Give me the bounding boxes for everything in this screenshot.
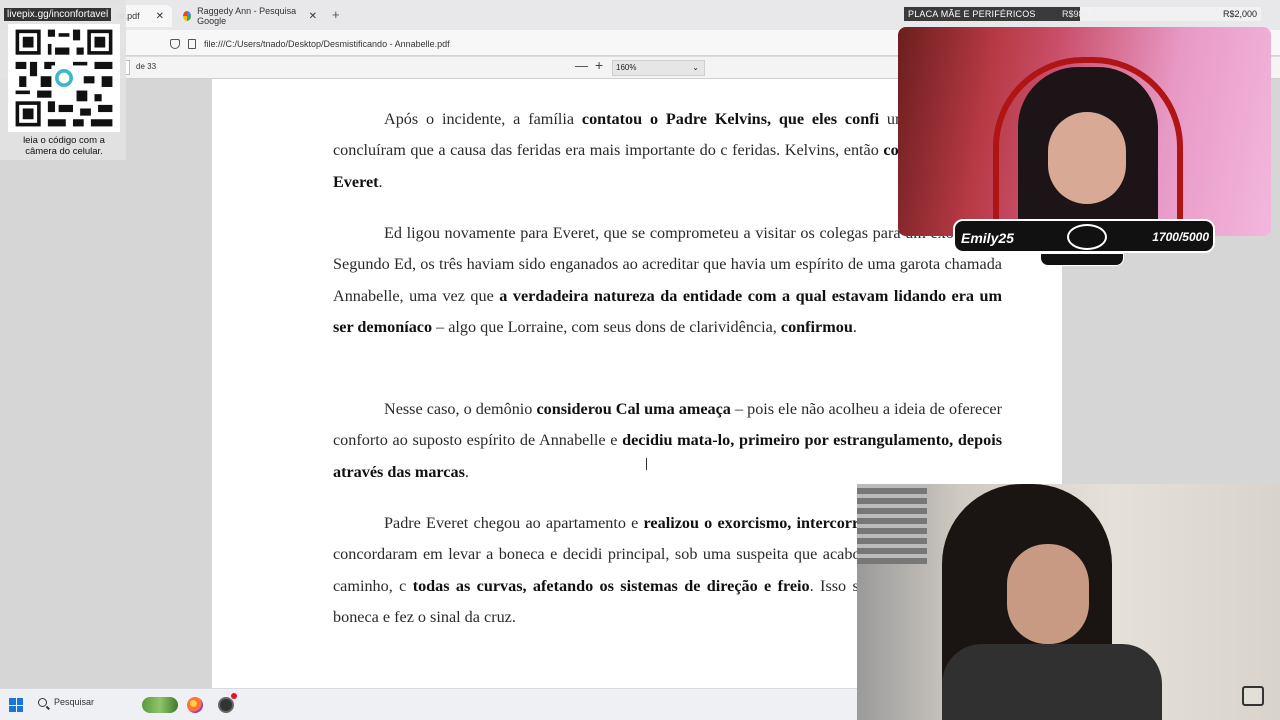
text-run: Após o incidente, a família (384, 110, 582, 128)
firefox-icon[interactable] (187, 697, 203, 713)
donation-goal-bar: PLACA MÃE E PERIFÉRICOS R$986.61 R$2,000 (904, 7, 1261, 21)
zoom-out-button[interactable]: — (575, 58, 588, 73)
close-icon[interactable]: ✕ (156, 11, 164, 22)
paragraph: Nesse caso, o demônio considerou Cal uma… (333, 394, 1002, 488)
text-run: Padre Everet chegou ao apartamento e (384, 514, 644, 532)
webcam-bottom (857, 484, 1280, 720)
streamer-face (1007, 544, 1089, 644)
chevron-down-icon: ⌄ (692, 63, 699, 72)
webcam-top (898, 27, 1271, 236)
qr-url: livepix.gg/inconfortavel (4, 8, 112, 21)
url-text: file:///C:/Users/tnado/Desktop/Desmistif… (204, 38, 450, 49)
bold-text-run: considerou Cal uma ameaça (536, 400, 731, 418)
text-run: Nesse caso, o demônio (384, 400, 537, 418)
windows-start-icon[interactable] (9, 698, 23, 712)
streamer-face (1048, 112, 1126, 204)
qr-code-icon (8, 24, 120, 132)
text-run: – algo que Lorraine, com seus dons de cl… (432, 317, 781, 336)
screen: le.pdf ✕ Raggedy Ann - Pesquisa Google ✕… (0, 0, 1280, 720)
window-blinds (857, 484, 927, 564)
zoom-select[interactable]: 160% ⌄ (612, 60, 705, 76)
streamer-shirt (942, 644, 1162, 720)
taskbar-search-placeholder: Pesquisar (54, 697, 95, 707)
badge-number: 1700/5000 (1152, 230, 1209, 244)
close-icon[interactable]: ✕ (309, 11, 317, 22)
zoom-value: 160% (616, 63, 637, 72)
badge-name: Emily25 (961, 230, 1014, 246)
text-cursor (646, 458, 647, 470)
frog-widget-icon[interactable] (142, 697, 178, 713)
text-run: . (464, 462, 469, 481)
bold-text-run: confirmou (780, 317, 853, 336)
webcam-badge: Emily25 1700/5000 (953, 219, 1215, 253)
obs-icon[interactable] (218, 693, 237, 713)
google-icon (183, 11, 192, 21)
donation-goal-current: R$986.61 (1062, 9, 1102, 19)
search-icon (38, 697, 47, 707)
bold-text-run: todas as curvas, afetando os sistemas de… (412, 576, 810, 595)
badge-decoration (1040, 253, 1124, 266)
text-run: . (378, 172, 383, 191)
donation-goal-target: R$2,000 (1222, 9, 1257, 19)
fullscreen-icon[interactable] (1242, 686, 1264, 706)
shield-icon (170, 38, 180, 49)
url-field[interactable]: file:///C:/Users/tnado/Desktop/Desmistif… (170, 34, 900, 53)
file-icon (188, 38, 196, 49)
emblem-icon (1067, 224, 1107, 250)
qr-caption: leia o código com a câmera do celular. (23, 135, 105, 157)
tab-google-search[interactable]: Raggedy Ann - Pesquisa Google ✕ (175, 5, 325, 27)
qr-overlay: livepix.gg/inconfortavel leia o código c… (0, 0, 126, 160)
paragraph: Ed ligou novamente para Everet, que se c… (333, 218, 1002, 343)
zoom-in-button[interactable]: + (595, 57, 603, 73)
taskbar-search[interactable]: Pesquisar (38, 697, 94, 707)
donation-goal-title: PLACA MÃE E PERIFÉRICOS (908, 9, 1036, 19)
new-tab-button[interactable]: + (332, 7, 340, 22)
bold-text-run: contatou o Padre Kelvins, que eles confi (581, 110, 880, 128)
page-count: de 33 (136, 62, 157, 71)
tab-label: Raggedy Ann - Pesquisa Google (197, 6, 297, 26)
text-run: . (852, 317, 857, 336)
